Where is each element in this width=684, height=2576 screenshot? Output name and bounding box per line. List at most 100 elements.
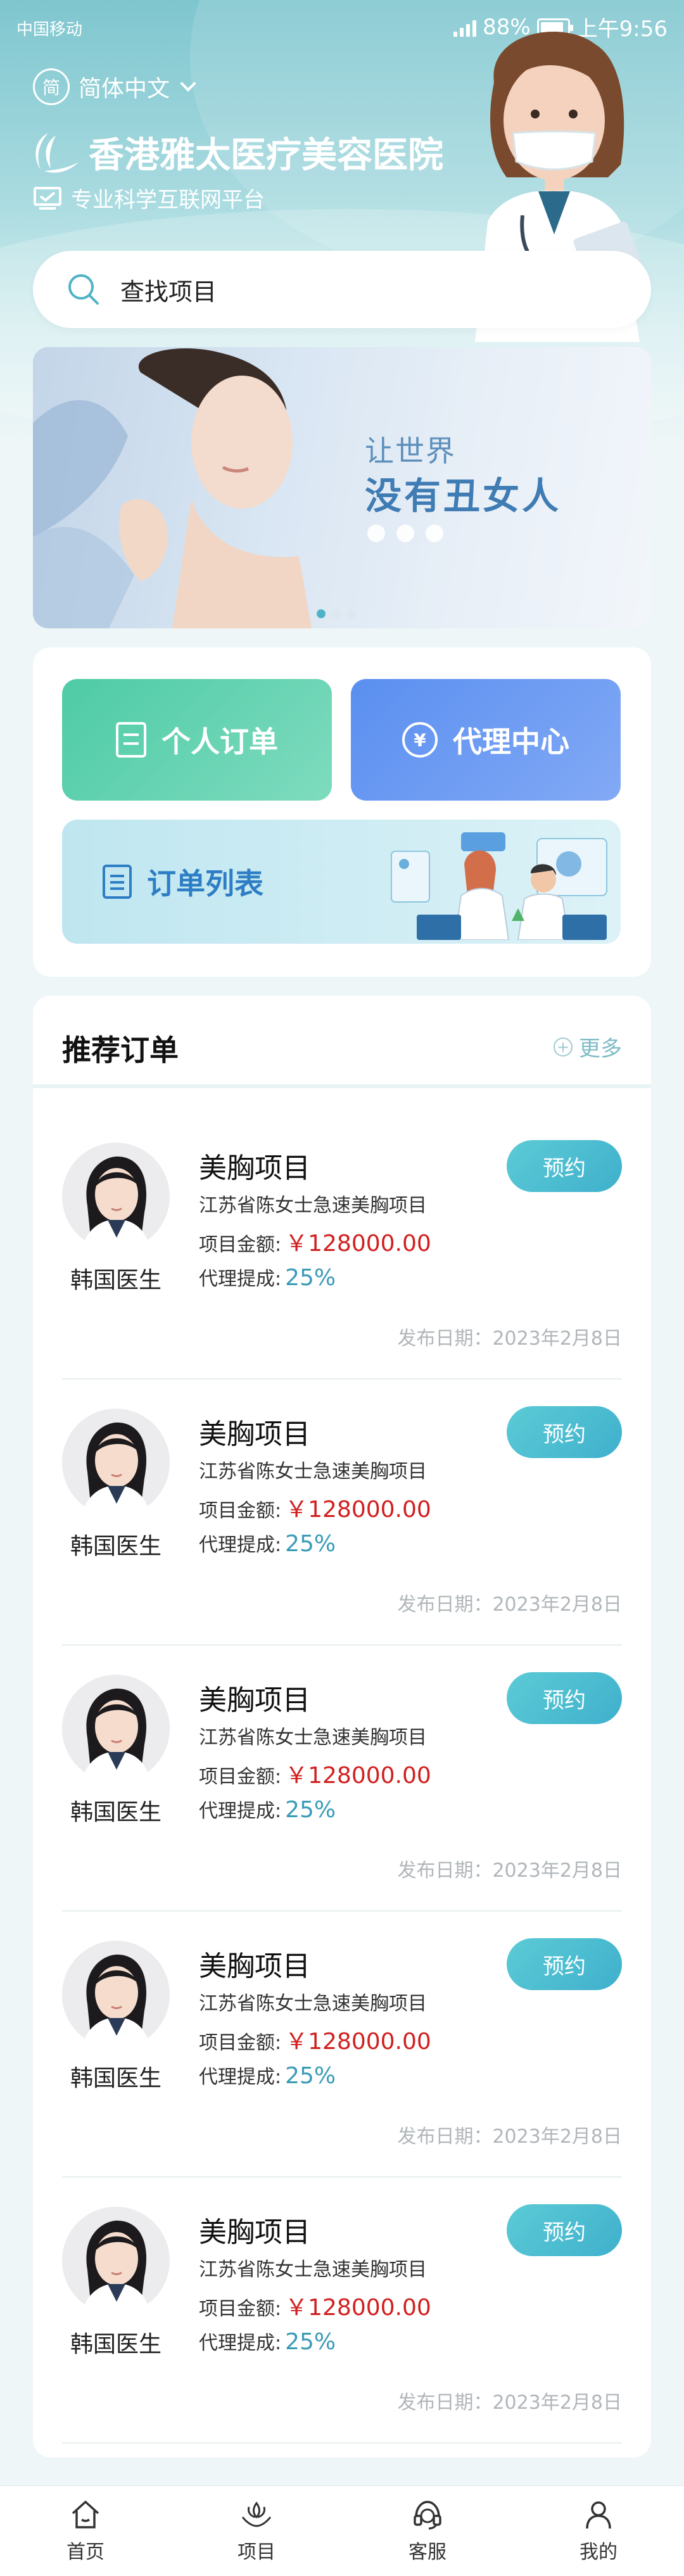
amount-value: ￥128000.00 [285, 1231, 431, 1257]
order-description: 江苏省陈女士急速美胸项目 [199, 1993, 427, 2015]
doctor-avatar [62, 1675, 170, 1782]
bottom-tab-bar: 首页 项目 客服 我的 [0, 2485, 684, 2576]
amount-value: ￥128000.00 [285, 1497, 431, 1523]
order-item[interactable]: 韩国医生 美胸项目 江苏省陈女士急速美胸项目 项目金额: ￥128000.00 代理提成:… [62, 1646, 622, 1912]
tab-home-label: 首页 [66, 2541, 104, 2563]
order-title: 美胸项目 [199, 1418, 310, 1450]
publish-date: 发布日期：2023年2月8日 [397, 1860, 622, 1882]
commission-value: 25% [285, 1531, 336, 1557]
home-icon [72, 2501, 99, 2528]
order-title: 美胸项目 [199, 2216, 310, 2249]
flower-decoration [367, 524, 443, 542]
search-icon [68, 274, 99, 305]
commission-value: 25% [285, 1265, 336, 1291]
quick-actions-card: 个人订单 ¥ 代理中心 订单列表 [33, 647, 651, 977]
doctors-illustration [391, 832, 607, 940]
commission-value: 25% [285, 2063, 336, 2089]
amount-value: ￥128000.00 [285, 1763, 431, 1789]
agent-center-label: 代理中心 [453, 725, 569, 759]
commission-label: 代理提成: [199, 2066, 282, 2088]
order-item[interactable]: 韩国医生 美胸项目 江苏省陈女士急速美胸项目 项目金额: ￥128000.00 代理提成:… [62, 1380, 622, 1646]
publish-date: 发布日期：2023年2月8日 [397, 2392, 622, 2414]
recommended-orders-card: 推荐订单 + 更多 韩国医生 美胸项目 江苏省陈女士急速美胸项目 项目金额: ￥1280… [33, 996, 651, 2458]
order-commission-row: 代理提成: 25% [199, 2327, 336, 2355]
slogan: 专业科学互联网平台 [33, 182, 265, 213]
list-icon [103, 865, 132, 899]
tab-mine[interactable]: 我的 [513, 2486, 684, 2576]
more-label: 更多 [579, 1036, 622, 1062]
order-title: 美胸项目 [199, 1950, 310, 1983]
reserve-button[interactable]: 预约 [507, 1140, 622, 1192]
plus-circle-icon: + [554, 1037, 573, 1056]
doctor-avatar [62, 2207, 170, 2314]
commission-label: 代理提成: [199, 1268, 282, 1290]
reserve-button[interactable]: 预约 [507, 1406, 622, 1458]
commission-label: 代理提成: [199, 1800, 282, 1822]
search-placeholder: 查找项目 [120, 277, 217, 306]
chevron-down-icon [180, 75, 196, 92]
doctor-label: 韩国医生 [70, 2065, 162, 2091]
doctor-label: 韩国医生 [70, 1267, 162, 1293]
order-item[interactable]: 韩国医生 美胸项目 江苏省陈女士急速美胸项目 项目金额: ￥128000.00 代理提成:… [62, 1912, 622, 2178]
amount-value: ￥128000.00 [285, 2029, 431, 2055]
amount-value: ￥128000.00 [285, 2295, 431, 2321]
commission-value: 25% [285, 2329, 336, 2355]
reserve-button[interactable]: 预约 [507, 1938, 622, 1990]
amount-label: 项目金额: [199, 1500, 282, 1522]
promo-banner[interactable]: 让世界 没有丑女人 [33, 347, 651, 628]
tab-projects-label: 项目 [238, 2541, 276, 2563]
pagination-dot[interactable] [317, 609, 326, 618]
language-label: 简体中文 [79, 76, 170, 102]
headset-icon [414, 2501, 441, 2530]
section-title: 推荐订单 [62, 1033, 179, 1067]
language-selector[interactable]: 简 简体中文 [33, 68, 196, 105]
banner-pagination [317, 609, 356, 618]
user-icon [586, 2501, 611, 2529]
publish-date: 发布日期：2023年2月8日 [397, 2126, 622, 2148]
slogan-text: 专业科学互联网平台 [71, 187, 265, 213]
order-commission-row: 代理提成: 25% [199, 1263, 336, 1291]
order-amount-row: 项目金额: ￥128000.00 [199, 2023, 431, 2056]
doctor-label: 韩国医生 [70, 2332, 162, 2357]
personal-orders-label: 个人订单 [162, 725, 278, 759]
hospital-name: 香港雅太医疗美容医院 [89, 135, 443, 176]
order-title: 美胸项目 [199, 1684, 310, 1716]
amount-label: 项目金额: [199, 1766, 282, 1788]
commission-label: 代理提成: [199, 2332, 282, 2354]
amount-label: 项目金额: [199, 2032, 282, 2054]
order-item[interactable]: 韩国医生 美胸项目 江苏省陈女士急速美胸项目 项目金额: ￥128000.00 代理提成:… [62, 2178, 622, 2444]
more-link[interactable]: + 更多 [554, 1031, 622, 1062]
doctor-label: 韩国医生 [70, 1799, 162, 1825]
agent-center-button[interactable]: ¥ 代理中心 [351, 679, 621, 801]
reserve-button[interactable]: 预约 [507, 2204, 622, 2256]
search-bar[interactable]: 查找项目 [33, 251, 651, 328]
personal-orders-button[interactable]: 个人订单 [62, 679, 332, 801]
order-commission-row: 代理提成: 25% [199, 1529, 336, 1557]
order-list-button[interactable]: 订单列表 [62, 820, 621, 944]
tab-service-label: 客服 [408, 2541, 446, 2563]
tab-mine-label: 我的 [580, 2541, 618, 2563]
order-item[interactable]: 韩国医生 美胸项目 江苏省陈女士急速美胸项目 项目金额: ￥128000.00 代理提成:… [62, 1114, 622, 1380]
order-amount-row: 项目金额: ￥128000.00 [199, 1225, 431, 1258]
tab-projects[interactable]: 项目 [171, 2486, 342, 2576]
order-commission-row: 代理提成: 25% [199, 1795, 336, 1823]
pagination-dot[interactable] [347, 609, 356, 618]
doctor-avatar [62, 1143, 170, 1250]
publish-date: 发布日期：2023年2月8日 [397, 1328, 622, 1350]
order-description: 江苏省陈女士急速美胸项目 [199, 1195, 427, 1217]
order-commission-row: 代理提成: 25% [199, 2061, 336, 2089]
yen-icon: ¥ [402, 722, 438, 758]
tab-home[interactable]: 首页 [0, 2486, 171, 2576]
carrier-label: 中国移动 [16, 20, 83, 39]
language-badge: 简 [33, 68, 70, 105]
amount-label: 项目金额: [199, 1234, 282, 1256]
commission-value: 25% [285, 1797, 336, 1823]
tab-service[interactable]: 客服 [342, 2486, 513, 2576]
reserve-button[interactable]: 预约 [507, 1672, 622, 1724]
pagination-dot[interactable] [332, 609, 341, 618]
monitor-check-icon [34, 186, 61, 210]
banner-line1: 让世界 [365, 434, 456, 468]
lotus-hands-icon [241, 2501, 272, 2527]
document-icon [116, 722, 146, 758]
order-list-label: 订单列表 [147, 866, 263, 901]
